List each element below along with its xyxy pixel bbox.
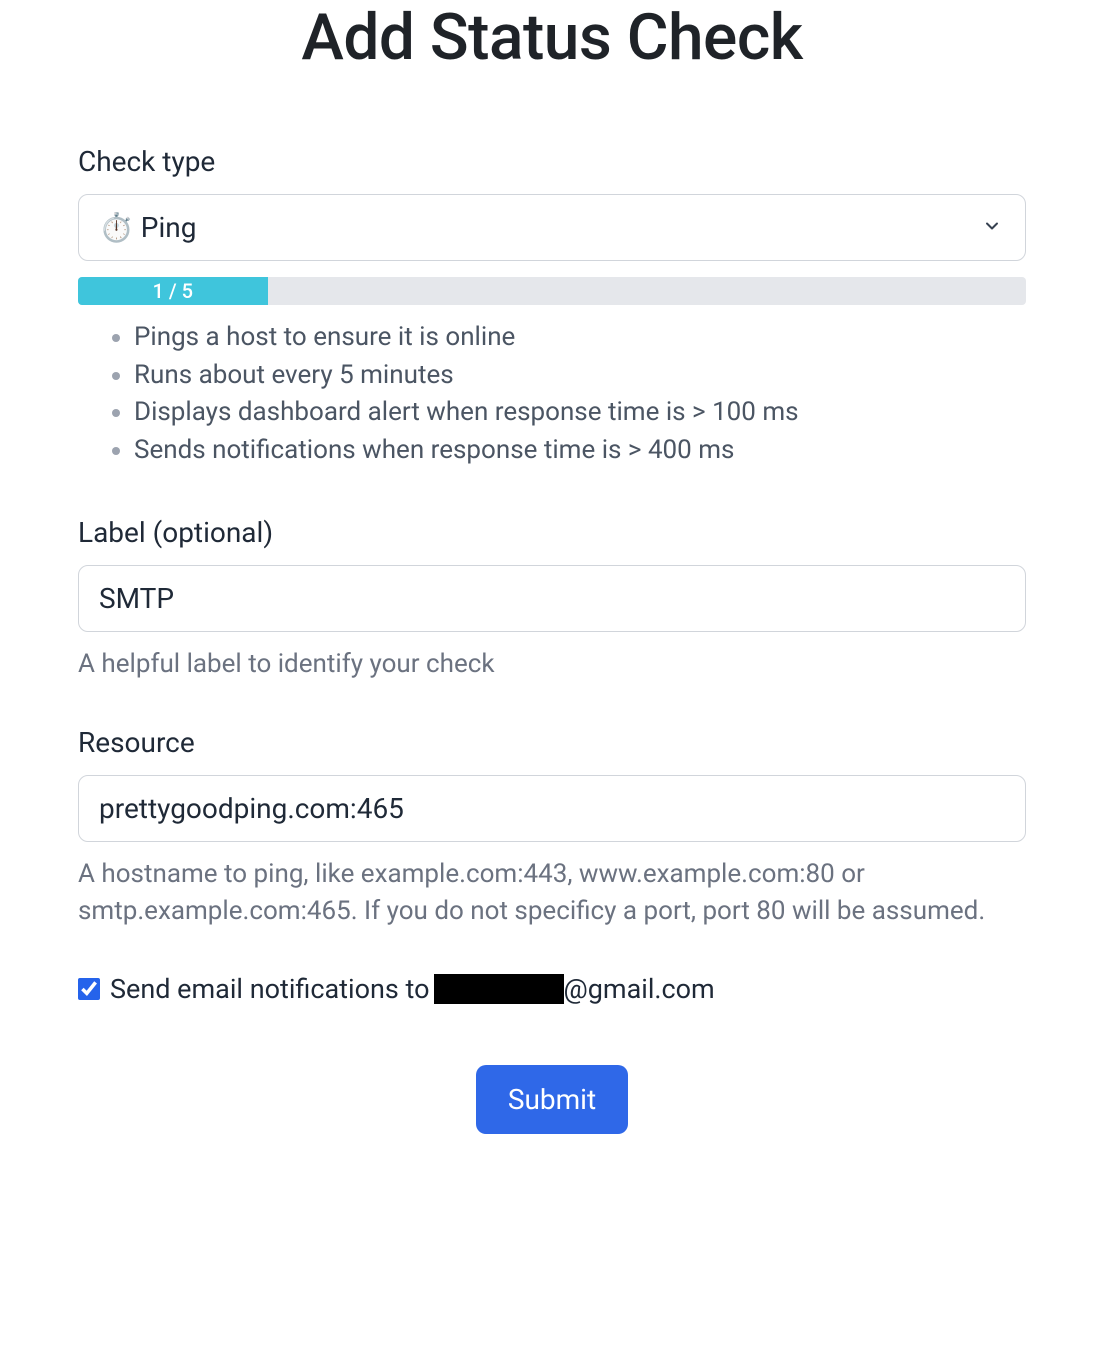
- description-item: Pings a host to ensure it is online: [134, 319, 1026, 357]
- usage-progress-fill: 1 / 5: [78, 277, 268, 305]
- check-type-select[interactable]: ⏱️ Ping: [78, 194, 1026, 261]
- usage-progress-text: 1 / 5: [153, 279, 193, 303]
- check-type-description-list: Pings a host to ensure it is online Runs…: [78, 319, 1026, 470]
- label-field-label: Label (optional): [78, 516, 1026, 549]
- resource-group: Resource A hostname to ping, like exampl…: [78, 726, 1026, 929]
- notifications-label-prefix: Send email notifications to: [110, 973, 430, 1005]
- submit-button[interactable]: Submit: [476, 1065, 628, 1134]
- page-title: Add Status Check: [78, 0, 1026, 75]
- notifications-label: Send email notifications to @gmail.com: [110, 973, 715, 1005]
- check-type-label: Check type: [78, 145, 1026, 178]
- usage-progress-bar: 1 / 5: [78, 277, 1026, 305]
- redacted-email-user: [434, 974, 564, 1004]
- label-input[interactable]: [78, 565, 1026, 632]
- label-help-text: A helpful label to identify your check: [78, 646, 1026, 682]
- notifications-email-suffix: @gmail.com: [564, 973, 715, 1005]
- notifications-checkbox[interactable]: [78, 978, 100, 1000]
- description-item: Sends notifications when response time i…: [134, 432, 1026, 470]
- description-item: Displays dashboard alert when response t…: [134, 394, 1026, 432]
- label-group: Label (optional) A helpful label to iden…: [78, 516, 1026, 682]
- description-item: Runs about every 5 minutes: [134, 357, 1026, 395]
- notifications-row: Send email notifications to @gmail.com: [78, 973, 1026, 1005]
- resource-input[interactable]: [78, 775, 1026, 842]
- submit-row: Submit: [78, 1065, 1026, 1134]
- check-type-group: Check type ⏱️ Ping 1 / 5 Pings a host to…: [78, 145, 1026, 470]
- resource-help-text: A hostname to ping, like example.com:443…: [78, 856, 1026, 929]
- check-type-select-wrapper: ⏱️ Ping: [78, 194, 1026, 261]
- resource-field-label: Resource: [78, 726, 1026, 759]
